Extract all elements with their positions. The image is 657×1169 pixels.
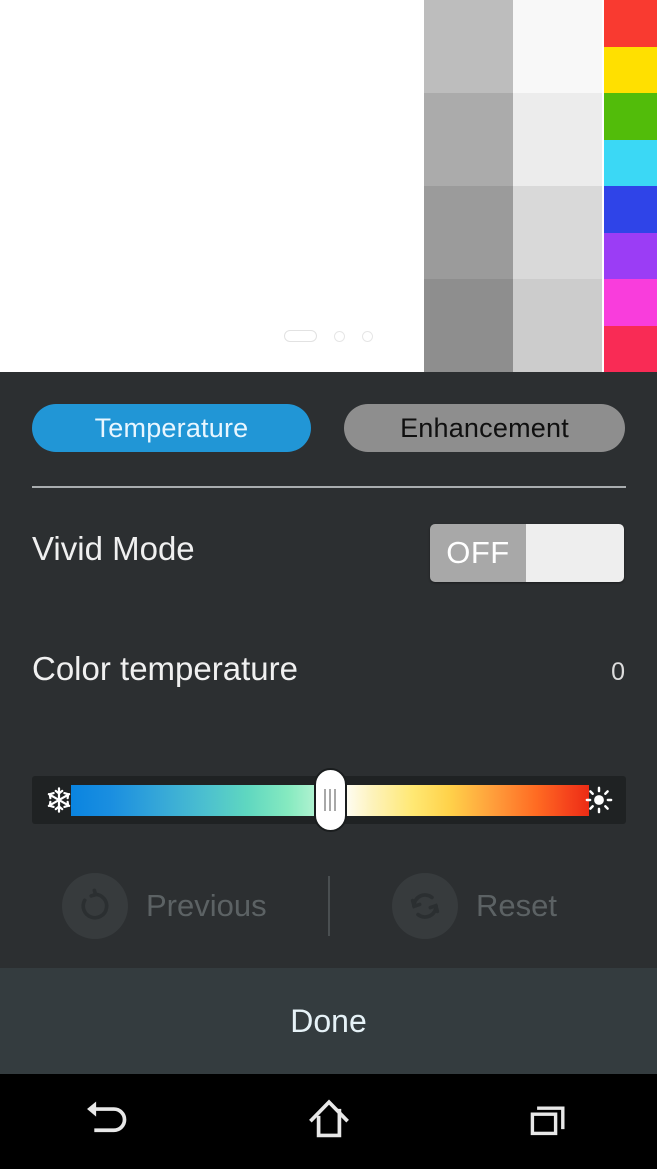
color-swatch: [604, 46, 657, 93]
slider-thumb[interactable]: [313, 768, 347, 832]
color-temperature-label: Color temperature: [32, 650, 298, 687]
color-temperature-slider[interactable]: [32, 768, 626, 832]
page-indicator-active[interactable]: [284, 330, 317, 342]
gray-swatch: [513, 186, 602, 279]
action-separator: [328, 876, 330, 936]
vivid-mode-toggle-state: OFF: [430, 524, 526, 582]
tab-temperature[interactable]: Temperature: [32, 404, 311, 452]
gray-swatch: [424, 93, 513, 186]
nav-recents-button[interactable]: [488, 1074, 608, 1169]
vivid-mode-label: Vivid Mode: [32, 530, 195, 567]
vivid-mode-toggle[interactable]: OFF: [430, 524, 624, 582]
back-arrow-icon: [84, 1093, 136, 1150]
reset-label: Reset: [476, 888, 557, 923]
settings-panel: Temperature Enhancement Vivid Mode OFF C…: [0, 372, 657, 968]
gray-swatch: [513, 93, 602, 186]
previous-label: Previous: [146, 888, 267, 923]
vivid-mode-toggle-track: [526, 524, 624, 582]
color-swatch: [604, 93, 657, 140]
reset-button[interactable]: Reset: [392, 868, 557, 944]
gray-swatch: [513, 0, 602, 93]
color-swatch: [604, 186, 657, 233]
color-swatch: [604, 139, 657, 186]
gray-swatch: [513, 279, 602, 372]
recents-icon: [524, 1095, 572, 1148]
refresh-icon: [392, 873, 458, 939]
color-swatch: [604, 279, 657, 326]
screen: Temperature Enhancement Vivid Mode OFF C…: [0, 0, 657, 1169]
gray-column-light: [424, 0, 513, 372]
page-indicator-dot[interactable]: [334, 330, 345, 342]
color-temperature-value: 0: [611, 658, 625, 686]
gray-swatch: [424, 279, 513, 372]
page-indicator[interactable]: [0, 330, 657, 342]
gray-swatch: [424, 0, 513, 93]
undo-icon: [62, 873, 128, 939]
color-temperature-row: Color temperature 0: [0, 650, 657, 706]
previous-button[interactable]: Previous: [62, 868, 267, 944]
tab-bar: Temperature Enhancement: [0, 404, 657, 452]
section-divider: [32, 486, 626, 488]
done-label: Done: [290, 1002, 367, 1039]
tab-enhancement-label: Enhancement: [400, 412, 569, 443]
tab-enhancement[interactable]: Enhancement: [344, 404, 625, 452]
android-navigation-bar: [0, 1074, 657, 1169]
sun-icon: [578, 776, 620, 824]
done-button[interactable]: Done: [0, 968, 657, 1074]
color-preview-area[interactable]: [0, 0, 657, 372]
color-swatch: [604, 232, 657, 279]
color-swatch: [604, 0, 657, 47]
gray-column-lighter: [513, 0, 602, 372]
page-indicator-dot[interactable]: [362, 330, 373, 342]
nav-home-button[interactable]: [269, 1074, 389, 1169]
action-row: Previous Reset: [0, 868, 657, 944]
nav-back-button[interactable]: [50, 1074, 170, 1169]
vivid-mode-row: Vivid Mode OFF: [0, 524, 657, 604]
gray-swatch: [424, 186, 513, 279]
color-swatch-strip: [604, 0, 657, 372]
home-icon: [303, 1093, 355, 1150]
tab-temperature-label: Temperature: [94, 412, 249, 443]
